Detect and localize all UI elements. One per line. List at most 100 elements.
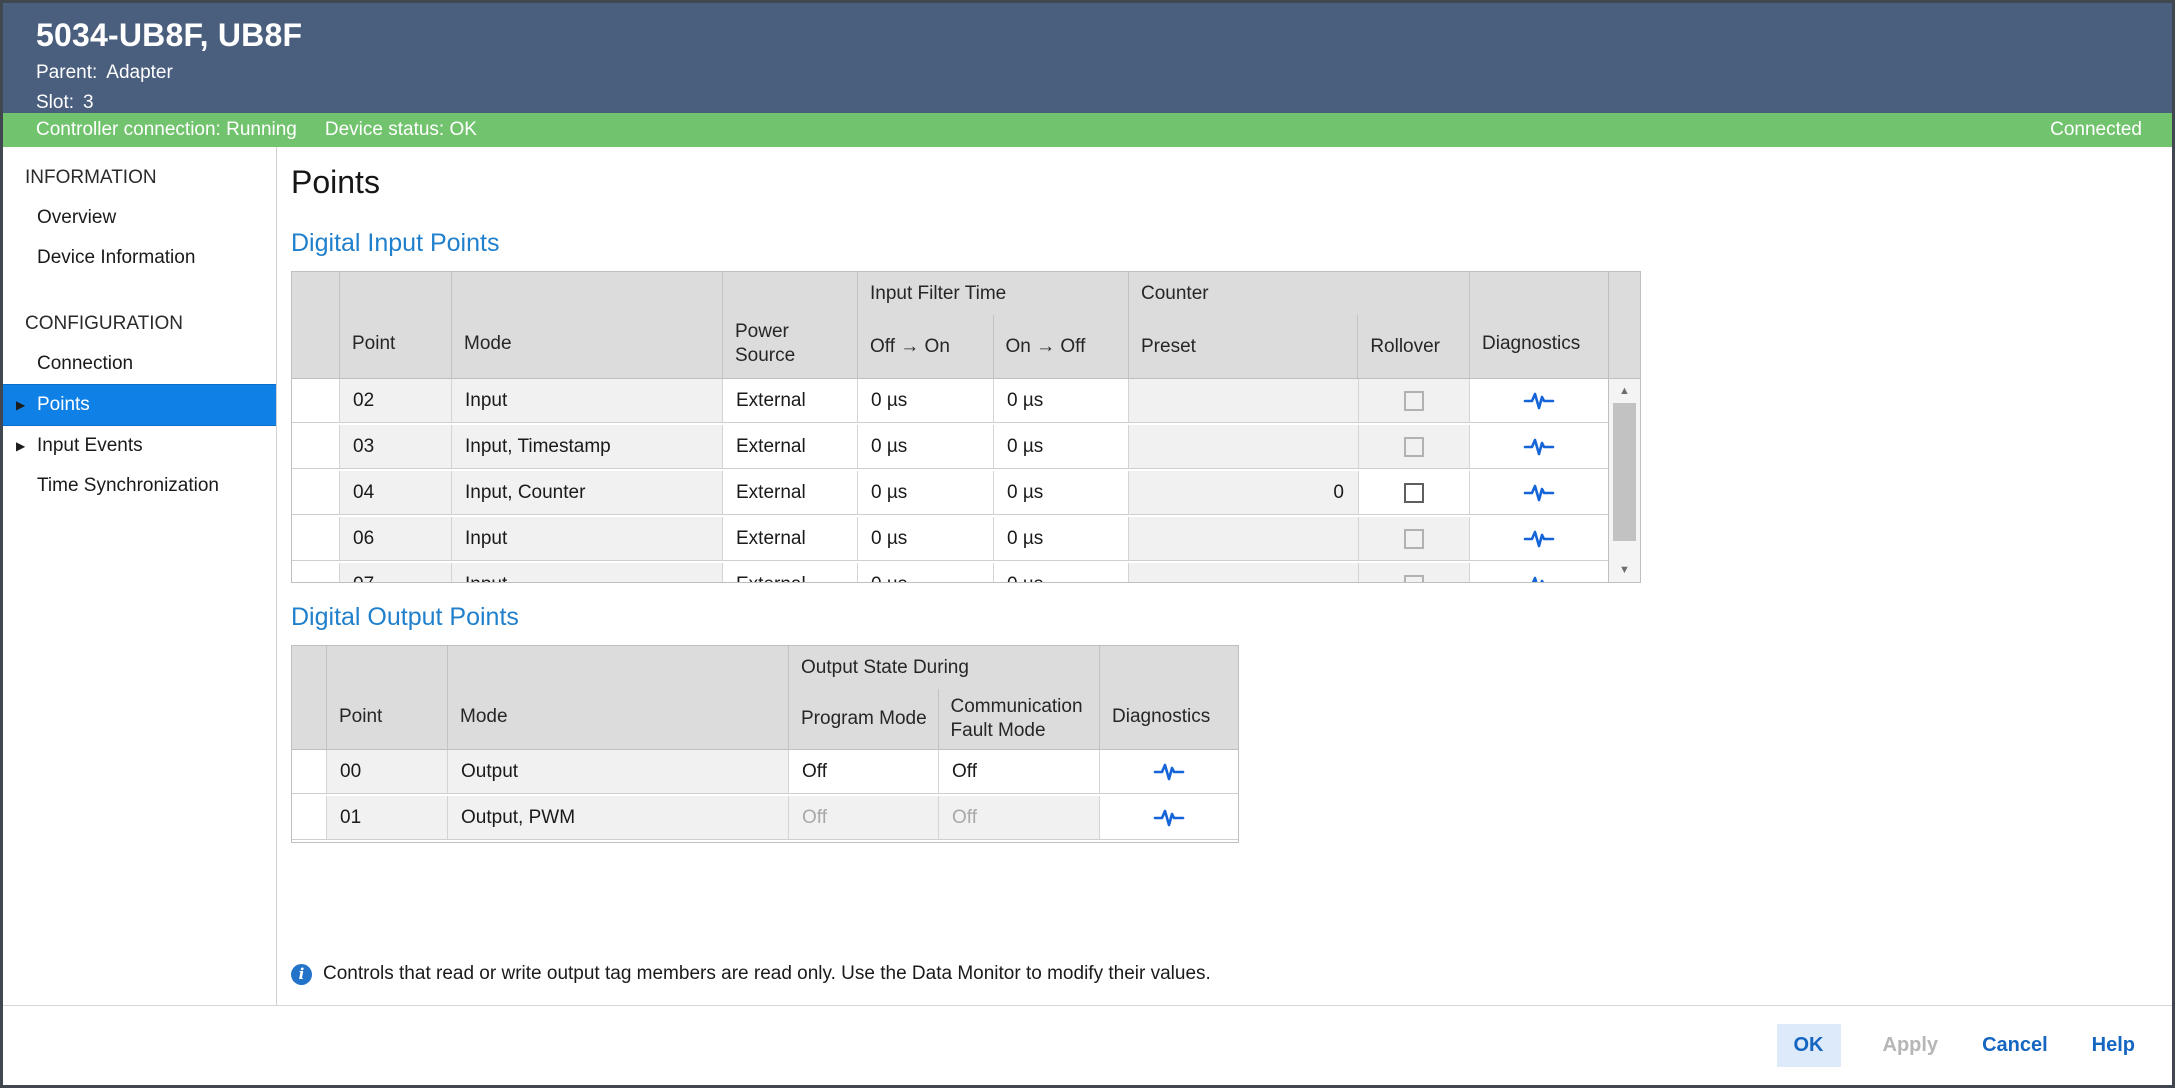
sidebar-item-input-events[interactable]: ▶ Input Events	[3, 426, 276, 466]
input-table-row: 07 Input External 0 µs 0 µs	[292, 563, 1608, 582]
communication-fault-mode-cell[interactable]: Off	[939, 750, 1100, 793]
preset-cell	[1129, 563, 1359, 582]
module-properties-window: 5034-UB8F, UB8F Parent: Adapter Slot: 3 …	[0, 0, 2175, 1088]
mode-cell[interactable]: Input, Counter	[452, 471, 723, 514]
diagnostics-waveform-icon[interactable]	[1523, 573, 1555, 583]
scroll-down-button[interactable]: ▼	[1609, 563, 1640, 577]
column-header-point: Point	[340, 272, 452, 378]
row-selector-cell[interactable]	[292, 425, 340, 468]
ok-button[interactable]: OK	[1777, 1024, 1841, 1067]
mode-cell[interactable]: Input, Timestamp	[452, 425, 723, 468]
diagnostics-cell	[1470, 471, 1608, 514]
output-table-row: 01 Output, PWM Off Off	[292, 796, 1238, 840]
power-source-cell[interactable]: External	[723, 471, 858, 514]
page-title: Points	[291, 163, 2172, 201]
apply-button[interactable]: Apply	[1881, 1024, 1941, 1067]
program-mode-cell: Off	[789, 796, 939, 839]
rollover-checkbox	[1404, 575, 1424, 583]
rollover-checkbox	[1404, 391, 1424, 411]
off-to-on-filter-cell[interactable]: 0 µs	[858, 563, 994, 582]
column-header-mode: Mode	[452, 272, 723, 378]
on-to-off-filter-cell[interactable]: 0 µs	[994, 379, 1129, 422]
digital-output-points-heading: Digital Output Points	[291, 602, 2172, 632]
row-selector-cell[interactable]	[292, 750, 327, 793]
rollover-checkbox[interactable]	[1404, 483, 1424, 503]
power-source-cell[interactable]: External	[723, 425, 858, 468]
preset-cell	[1129, 379, 1359, 422]
expand-arrow-icon[interactable]: ▶	[16, 394, 25, 416]
point-cell: 07	[340, 563, 452, 582]
rollover-checkbox	[1404, 529, 1424, 549]
preset-cell[interactable]: 0	[1129, 471, 1359, 514]
titlebar: 5034-UB8F, UB8F Parent: Adapter Slot: 3	[3, 3, 2172, 113]
diagnostics-cell	[1100, 796, 1238, 839]
mode-cell[interactable]: Input	[452, 379, 723, 422]
diagnostics-waveform-icon[interactable]	[1523, 389, 1555, 413]
row-selector-cell[interactable]	[292, 563, 340, 582]
point-cell: 06	[340, 517, 452, 560]
mode-cell[interactable]: Output	[448, 750, 789, 793]
scroll-up-button[interactable]: ▲	[1609, 384, 1640, 398]
row-selector-cell[interactable]	[292, 379, 340, 422]
sidebar-item-overview[interactable]: Overview	[3, 198, 276, 238]
cancel-button[interactable]: Cancel	[1980, 1024, 2050, 1067]
mode-cell[interactable]: Output, PWM	[448, 796, 789, 839]
rollover-cell	[1359, 471, 1470, 514]
diagnostics-cell	[1470, 563, 1608, 582]
help-button[interactable]: Help	[2090, 1024, 2137, 1067]
on-to-off-filter-cell[interactable]: 0 µs	[994, 471, 1129, 514]
sidebar-item-points[interactable]: ▶ Points	[3, 384, 276, 426]
sidebar-item-time-synchronization[interactable]: Time Synchronization	[3, 466, 276, 506]
on-to-off-filter-cell[interactable]: 0 µs	[994, 563, 1129, 582]
off-to-on-filter-cell[interactable]: 0 µs	[858, 425, 994, 468]
off-to-on-filter-cell[interactable]: 0 µs	[858, 517, 994, 560]
diagnostics-waveform-icon[interactable]	[1523, 435, 1555, 459]
on-to-off-filter-cell[interactable]: 0 µs	[994, 425, 1129, 468]
rollover-cell	[1359, 517, 1470, 560]
mode-cell[interactable]: Input	[452, 517, 723, 560]
input-table-scrollbar[interactable]: ▲ ▼	[1608, 272, 1640, 582]
device-status: Device status: OK	[325, 119, 477, 141]
sidebar-item-label: Points	[37, 394, 90, 415]
diagnostics-waveform-icon[interactable]	[1523, 527, 1555, 551]
power-source-cell[interactable]: External	[723, 517, 858, 560]
sidebar-item-connection[interactable]: Connection	[3, 344, 276, 384]
digital-input-points-table: Point Mode Power Source Input Filter Tim…	[291, 271, 1641, 583]
off-to-on-filter-cell[interactable]: 0 µs	[858, 471, 994, 514]
diagnostics-waveform-icon[interactable]	[1523, 481, 1555, 505]
column-header-off-to-on: Off → On	[858, 315, 994, 378]
parent-value: Adapter	[106, 60, 173, 85]
rollover-cell	[1359, 379, 1470, 422]
diagnostics-cell	[1470, 517, 1608, 560]
diagnostics-cell	[1100, 750, 1238, 793]
column-header-row-selector	[292, 646, 327, 749]
on-to-off-filter-cell[interactable]: 0 µs	[994, 517, 1129, 560]
diagnostics-waveform-icon[interactable]	[1153, 806, 1185, 830]
power-source-cell[interactable]: External	[723, 379, 858, 422]
off-to-on-filter-cell[interactable]: 0 µs	[858, 379, 994, 422]
slot-value: 3	[83, 90, 94, 115]
row-selector-cell[interactable]	[292, 796, 327, 839]
column-group-input-filter-time: Input Filter Time Off → On On → Off	[858, 272, 1129, 378]
mode-cell[interactable]: Input	[452, 563, 723, 582]
sidebar-item-device-information[interactable]: Device Information	[3, 238, 276, 278]
point-cell: 02	[340, 379, 452, 422]
scrollbar-track[interactable]: ▲ ▼	[1609, 379, 1640, 582]
sidebar-item-label: Overview	[37, 207, 116, 228]
input-table-row: 03 Input, Timestamp External 0 µs 0 µs	[292, 425, 1608, 469]
preset-cell	[1129, 425, 1359, 468]
row-selector-cell[interactable]	[292, 517, 340, 560]
row-selector-cell[interactable]	[292, 471, 340, 514]
expand-arrow-icon[interactable]: ▶	[16, 435, 25, 457]
diagnostics-waveform-icon[interactable]	[1153, 760, 1185, 784]
scroll-thumb[interactable]	[1613, 403, 1636, 541]
column-header-program-mode: Program Mode	[789, 689, 939, 749]
input-table-row: 06 Input External 0 µs 0 µs	[292, 517, 1608, 561]
program-mode-cell[interactable]: Off	[789, 750, 939, 793]
power-source-cell[interactable]: External	[723, 563, 858, 582]
sidebar-section-configuration: CONFIGURATION Connection ▶ Points ▶ Inpu…	[3, 304, 276, 506]
sidebar-item-label: Device Information	[37, 247, 195, 268]
group-label-input-filter-time: Input Filter Time	[858, 272, 1128, 315]
status-bar: Controller connection: Running Device st…	[3, 113, 2172, 147]
sidebar-section-label: CONFIGURATION	[3, 304, 276, 344]
